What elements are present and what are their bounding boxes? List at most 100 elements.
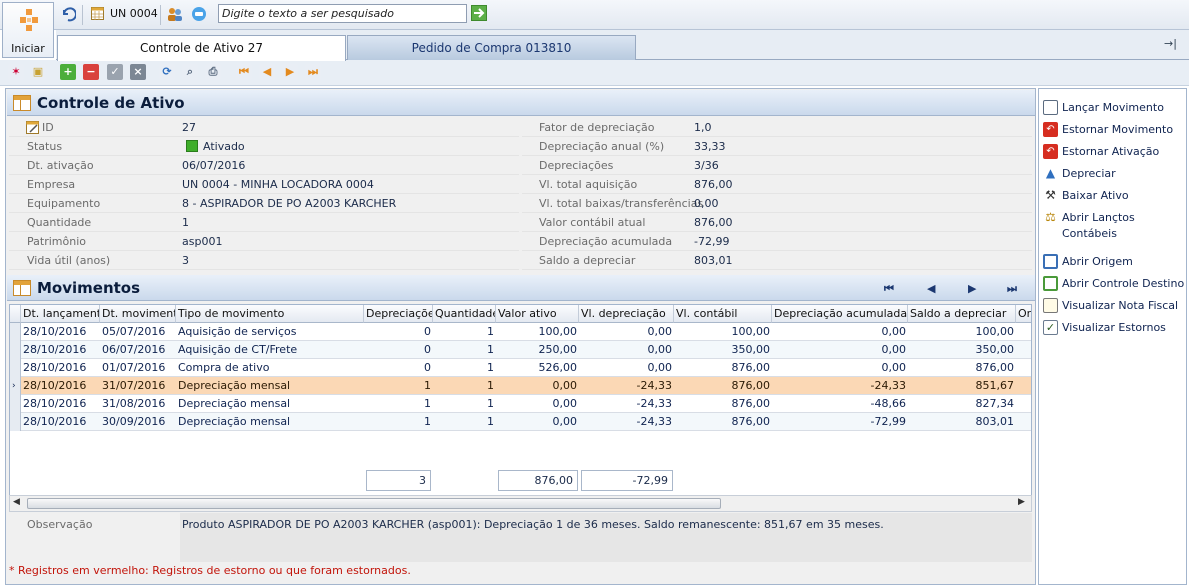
action-abrir-origem[interactable]: Abrir Origem xyxy=(1043,254,1133,270)
table-cell: Compra de ativo xyxy=(178,361,270,374)
window-icon xyxy=(1043,254,1058,269)
table-cell: 100,00 xyxy=(538,325,578,338)
field-value: asp001 xyxy=(182,235,223,248)
table-cell: 30/09/2016 xyxy=(102,415,166,428)
table-cell: 06/07/2016 xyxy=(102,343,166,356)
row-indicator[interactable]: › xyxy=(10,377,21,395)
table-cell: 876,00 xyxy=(975,361,1015,374)
column-header[interactable]: Quantidade xyxy=(433,305,496,323)
row-indicator[interactable] xyxy=(10,413,21,431)
grid-first-icon[interactable]: ⏮ xyxy=(884,282,894,296)
horizontal-scrollbar[interactable]: ◀ ▶ xyxy=(9,495,1032,512)
users-icon[interactable] xyxy=(167,6,183,22)
column-header[interactable]: Dt. lançamento xyxy=(21,305,100,323)
lock-icon[interactable]: ▣ xyxy=(30,64,46,80)
table-cell: 0 xyxy=(424,361,431,374)
observation-text[interactable]: Produto ASPIRADOR DE PO A2003 KARCHER (a… xyxy=(180,513,1032,562)
column-header[interactable]: Dt. movimento xyxy=(100,305,176,323)
tab-pedido-de-compra[interactable]: Pedido de Compra 013810 xyxy=(347,35,636,60)
remove-icon[interactable]: − xyxy=(83,64,99,80)
grid-last-icon[interactable]: ⏭ xyxy=(1007,282,1017,296)
column-header[interactable]: Depreciações xyxy=(364,305,433,323)
action-abrir-controle-destino[interactable]: Abrir Controle Destino xyxy=(1043,276,1184,292)
table-row[interactable]: 28/10/2016 30/09/2016 Depreciação mensal 1 1… xyxy=(10,413,1031,431)
next-record-icon[interactable]: ▶ xyxy=(282,64,298,80)
start-button[interactable]: Iniciar xyxy=(2,2,54,58)
column-header[interactable]: Vl. depreciação xyxy=(579,305,674,323)
action-lancar-movimento[interactable]: Lançar Movimento xyxy=(1043,100,1164,116)
table-row[interactable]: › 28/10/2016 31/07/2016 Depreciação mensal 1… xyxy=(10,377,1031,395)
prev-record-icon[interactable]: ◀ xyxy=(259,64,275,80)
table-cell: 1 xyxy=(487,343,494,356)
add-icon[interactable]: + xyxy=(60,64,76,80)
table-cell: 827,34 xyxy=(975,397,1015,410)
table-cell: 350,00 xyxy=(975,343,1015,356)
table-cell: 1 xyxy=(424,415,431,428)
triangle-blue-icon: ▲ xyxy=(1045,166,1056,180)
document-icon xyxy=(1043,298,1058,313)
new-window-icon[interactable]: ✶ xyxy=(8,64,24,80)
chat-icon[interactable] xyxy=(191,6,207,22)
field-label: Vl. total aquisição xyxy=(539,178,638,191)
last-record-icon[interactable]: ⏭ xyxy=(305,64,321,80)
column-header[interactable]: Depreciação acumulada xyxy=(772,305,908,323)
table-row[interactable]: 28/10/2016 31/08/2016 Depreciação mensal 1 1… xyxy=(10,395,1031,413)
field-row-annual-depreciation: Depreciação anual (%) 33,33 xyxy=(522,137,1032,156)
checkbox-icon[interactable]: ✓ xyxy=(1043,320,1058,335)
action-label: Baixar Ativo xyxy=(1062,189,1129,202)
undo-red-icon: ↶ xyxy=(1043,144,1058,159)
grid-prev-icon[interactable]: ◀ xyxy=(927,282,935,295)
action-baixar-ativo[interactable]: ⚒ Baixar Ativo xyxy=(1043,188,1129,204)
search-go-button[interactable] xyxy=(471,5,487,21)
confirm-icon[interactable]: ✓ xyxy=(107,64,123,80)
column-header[interactable]: Vl. contábil xyxy=(674,305,772,323)
action-visualizar-estornos[interactable]: ✓ Visualizar Estornos xyxy=(1043,320,1166,336)
column-header[interactable]: Tipo de movimento xyxy=(176,305,364,323)
table-cell: Depreciação mensal xyxy=(178,415,291,428)
first-record-icon[interactable]: ⏮ xyxy=(236,64,252,80)
table-row[interactable]: 28/10/2016 05/07/2016 Aquisição de serviço… xyxy=(10,323,1031,341)
action-label: Visualizar Estornos xyxy=(1062,321,1166,334)
column-header[interactable]: Ori xyxy=(1016,305,1031,323)
total-depreciations: 3 xyxy=(366,470,431,491)
cancel-icon[interactable]: × xyxy=(130,64,146,80)
edit-icon xyxy=(26,121,39,134)
record-toolbar xyxy=(0,60,1189,86)
table-cell: -72,99 xyxy=(870,415,906,428)
scroll-thumb[interactable] xyxy=(27,498,721,509)
column-header[interactable]: Saldo a depreciar xyxy=(908,305,1016,323)
action-visualizar-nota-fiscal[interactable]: Visualizar Nota Fiscal xyxy=(1043,298,1178,314)
action-estornar-ativacao[interactable]: ↶ Estornar Ativação xyxy=(1043,144,1159,160)
column-header[interactable]: Valor ativo xyxy=(496,305,579,323)
table-cell: 1 xyxy=(487,397,494,410)
field-label: Saldo a depreciar xyxy=(539,254,636,267)
row-indicator[interactable] xyxy=(10,359,21,377)
print-icon[interactable]: ⎙ xyxy=(205,64,221,80)
action-estornar-movimento[interactable]: ↶ Estornar Movimento xyxy=(1043,122,1173,138)
table-row[interactable]: 28/10/2016 06/07/2016 Aquisição de CT/Fret… xyxy=(10,341,1031,359)
start-label: Iniciar xyxy=(11,42,45,55)
refresh-icon[interactable]: ⟳ xyxy=(159,64,175,80)
table-row[interactable]: 28/10/2016 01/07/2016 Compra de ativo 0 1 526… xyxy=(10,359,1031,377)
row-indicator[interactable] xyxy=(10,323,21,341)
table-cell: 0,00 xyxy=(647,361,673,374)
action-depreciar[interactable]: ▲ Depreciar xyxy=(1043,166,1116,182)
action-label: Depreciar xyxy=(1062,167,1116,180)
row-indicator[interactable] xyxy=(10,395,21,413)
table-icon xyxy=(13,95,31,111)
action-label: Visualizar Nota Fiscal xyxy=(1062,299,1179,312)
row-indicator[interactable] xyxy=(10,341,21,359)
preview-icon[interactable]: ⌕ xyxy=(182,64,198,80)
undo-icon[interactable] xyxy=(60,6,76,22)
grid-next-icon[interactable]: ▶ xyxy=(968,282,976,295)
action-abrir-lanctos-contabeis[interactable]: ⚖ Abrir Lançtos Contábeis xyxy=(1043,210,1189,240)
tab-controle-de-ativo[interactable]: Controle de Ativo 27 xyxy=(57,35,346,61)
collapse-panel-icon[interactable]: →| xyxy=(1164,37,1177,50)
scroll-left-icon[interactable]: ◀ xyxy=(13,497,20,507)
table-cell: 0,00 xyxy=(552,397,578,410)
field-label: Quantidade xyxy=(27,216,92,229)
search-input[interactable]: Digite o texto a ser pesquisado xyxy=(218,4,467,23)
status-indicator-icon xyxy=(186,140,198,152)
unit-selector[interactable]: UN 0004 xyxy=(110,4,158,24)
scroll-right-icon[interactable]: ▶ xyxy=(1018,497,1025,507)
